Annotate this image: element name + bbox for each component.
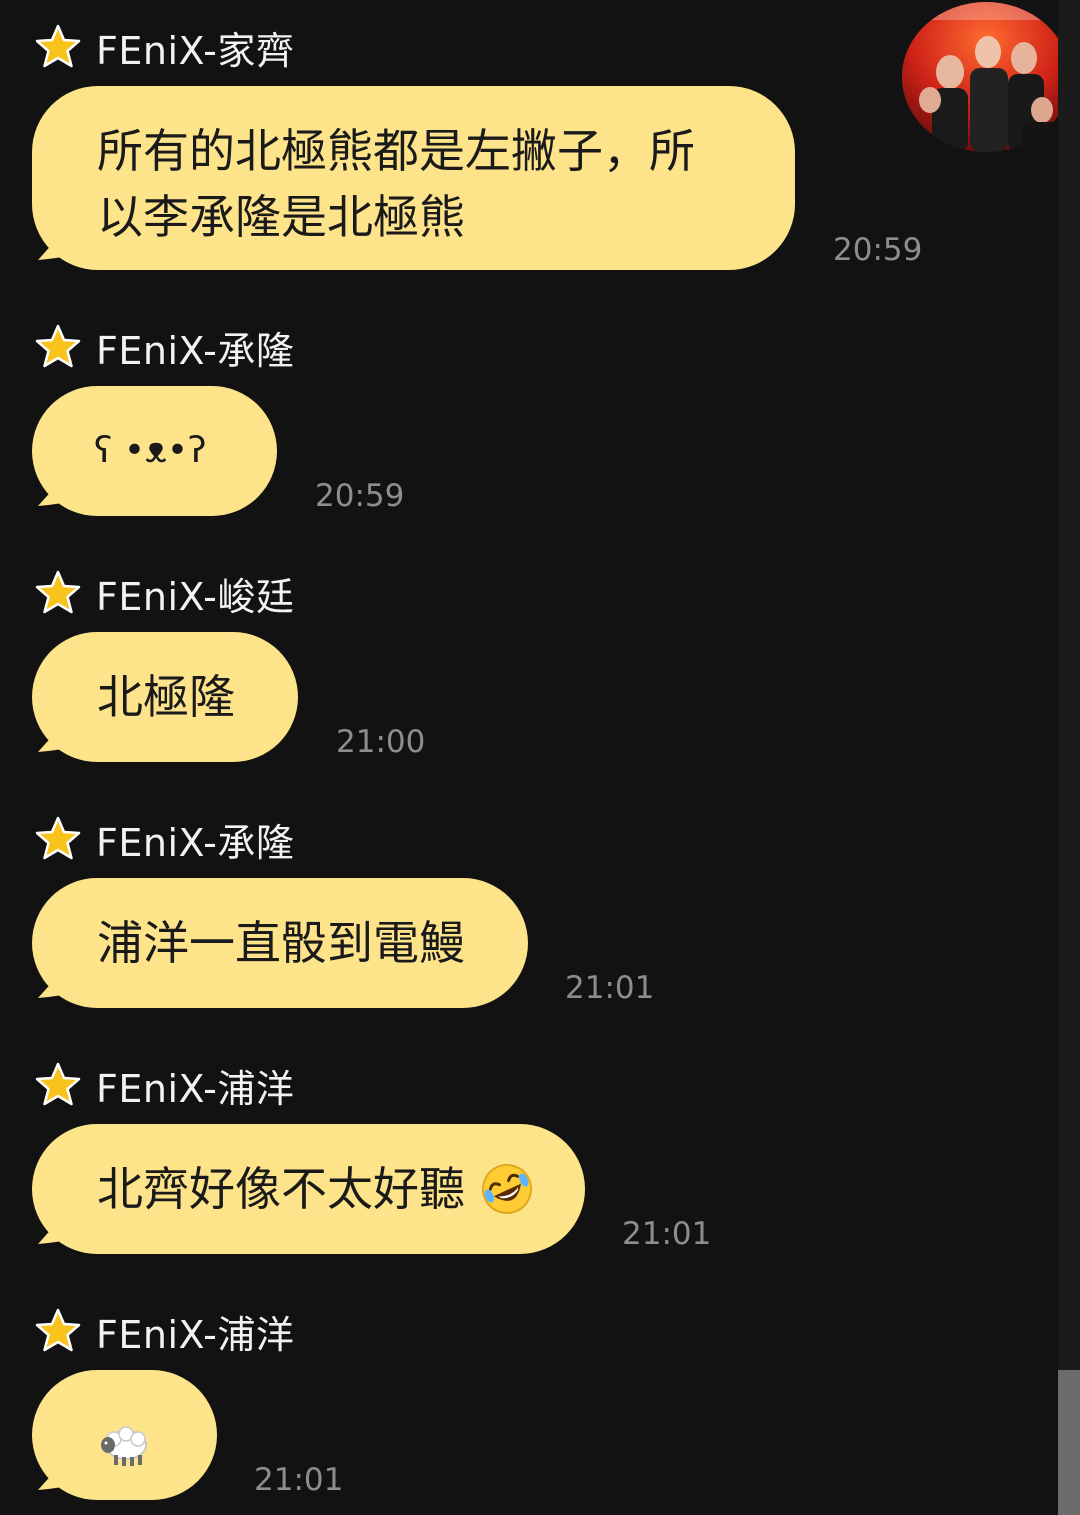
- message-sender: FEniX-浦洋: [34, 1060, 295, 1111]
- group-avatar[interactable]: [902, 2, 1070, 152]
- sender-name: FEniX-浦洋: [96, 1312, 295, 1357]
- message-text: 北極隆: [97, 670, 235, 724]
- scrollbar-track[interactable]: [1058, 0, 1080, 1515]
- message-text-line: 所有的北極熊都是左撇子，所: [97, 124, 695, 178]
- message-sender: FEniX-峻廷: [34, 568, 295, 619]
- message-text: 北齊好像不太好聽: [97, 1162, 465, 1216]
- message-sender: FEniX-承隆: [34, 814, 295, 865]
- message-bubble[interactable]: ʕ •ᴥ•ʔ: [32, 386, 277, 516]
- message-text: ʕ •ᴥ•ʔ: [94, 430, 207, 471]
- scrollbar-thumb[interactable]: [1058, 1370, 1080, 1515]
- message-time: 21:00: [336, 724, 426, 760]
- message-bubble[interactable]: [32, 1370, 217, 1500]
- sender-name: FEniX-峻廷: [96, 574, 295, 619]
- sender-name: FEniX-承隆: [96, 328, 295, 373]
- message-bubble-wrap: 浦洋一直骰到電鰻: [32, 878, 528, 1008]
- star-icon: [35, 816, 81, 860]
- message-bubble-wrap: 北齊好像不太好聽: [32, 1124, 585, 1254]
- message-time: 21:01: [565, 970, 655, 1006]
- sheep-emoji-icon: [101, 1425, 147, 1466]
- message-bubble[interactable]: 北齊好像不太好聽: [32, 1124, 585, 1254]
- message-time: 20:59: [833, 232, 923, 268]
- message-time: 21:01: [254, 1462, 344, 1498]
- message-text-line: 以李承隆是北極熊: [97, 190, 465, 244]
- message-bubble[interactable]: 浦洋一直骰到電鰻: [32, 878, 528, 1008]
- message-bubble-wrap: 北極隆: [32, 632, 298, 762]
- message-bubble[interactable]: 所有的北極熊都是左撇子，所 以李承隆是北極熊: [32, 86, 795, 270]
- avatar-photo: [902, 2, 1070, 152]
- sender-name: FEniX-家齊: [96, 28, 295, 73]
- message-bubble-wrap: ʕ •ᴥ•ʔ: [32, 386, 277, 516]
- message-sender: FEniX-家齊: [34, 22, 295, 73]
- message-bubble-wrap: 所有的北極熊都是左撇子，所 以李承隆是北極熊: [32, 86, 795, 270]
- star-icon: [35, 324, 81, 368]
- star-icon: [35, 24, 81, 68]
- message-bubble[interactable]: 北極隆: [32, 632, 298, 762]
- chat-screen: FEniX-家齊 所有的北極熊都是左撇子，所 以李承隆是北極熊 20:59 FE…: [0, 0, 1080, 1515]
- sender-name: FEniX-浦洋: [96, 1066, 295, 1111]
- message-time: 21:01: [622, 1216, 712, 1252]
- rolling-on-floor-laughing-emoji-icon: [481, 1163, 532, 1214]
- star-icon: [35, 570, 81, 614]
- sender-name: FEniX-承隆: [96, 820, 295, 865]
- message-bubble-wrap: [32, 1370, 217, 1500]
- star-icon: [35, 1308, 81, 1352]
- message-sender: FEniX-承隆: [34, 322, 295, 373]
- star-icon: [35, 1062, 81, 1106]
- message-sender: FEniX-浦洋: [34, 1306, 295, 1357]
- message-text: 浦洋一直骰到電鰻: [97, 916, 465, 970]
- message-time: 20:59: [315, 478, 405, 514]
